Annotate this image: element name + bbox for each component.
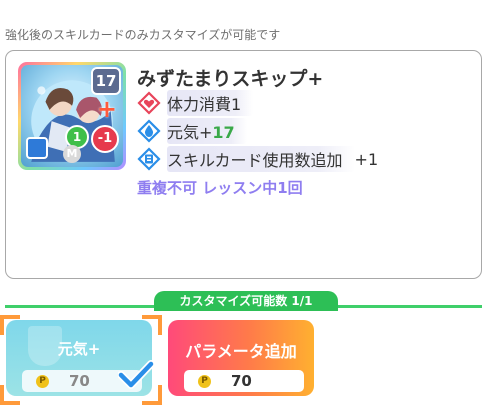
effect-skill-count-value: +1 — [354, 149, 379, 169]
selected-check-icon — [118, 360, 154, 389]
skill-card-icon — [137, 147, 161, 171]
customize-option-parameter[interactable]: パラメータ追加 P 70 — [168, 320, 314, 396]
option-cost-value: 70 — [231, 372, 252, 390]
mental-type-icon — [26, 137, 48, 159]
option-cost-value: 70 — [69, 372, 90, 390]
card-cost-badge: 17 — [91, 67, 121, 95]
card-title: みずたまりスキップ+ — [137, 68, 324, 90]
p-coin-icon: P — [198, 374, 211, 388]
p-coin-icon: P — [36, 374, 49, 388]
effect-genki-label: 元気+ — [167, 123, 213, 142]
skill-card-detail-panel: 17 + 1 M -1 みずたまりスキップ+ 体力消費1 元気+17 スキルカー… — [5, 50, 482, 279]
stat-down-badge: -1 — [91, 125, 119, 153]
skill-card-thumbnail[interactable]: 17 + 1 M -1 — [18, 62, 126, 170]
heart-diamond-icon — [137, 91, 161, 115]
option-name: 元気+ — [57, 340, 101, 358]
customize-notice: 強化後のスキルカードのみカスタマイズが可能です — [5, 28, 281, 42]
effect-text-genki: 元気+17 — [167, 118, 247, 144]
plan-m-badge: M — [63, 145, 81, 163]
usage-limit-text: 重複不可 レッスン中1回 — [137, 179, 303, 197]
option-cost: P 70 — [184, 370, 304, 392]
effect-row-stamina: 体力消費1 — [137, 90, 254, 116]
enhanced-plus-icon: + — [96, 95, 117, 123]
effect-genki-value: 17 — [212, 123, 235, 142]
card-illustration: 17 + 1 M -1 — [21, 65, 123, 167]
effect-row-genki: 元気+17 — [137, 118, 247, 144]
effect-row-skill-count: スキルカード使用数追加 +1 — [137, 146, 379, 172]
option-name: パラメータ追加 — [185, 342, 297, 361]
effect-text-skill-count: スキルカード使用数追加 — [167, 146, 355, 172]
genki-drop-icon — [137, 119, 161, 143]
effect-text-stamina: 体力消費1 — [167, 90, 254, 116]
customize-count-label: カスタマイズ可能数 1/1 — [154, 291, 338, 311]
